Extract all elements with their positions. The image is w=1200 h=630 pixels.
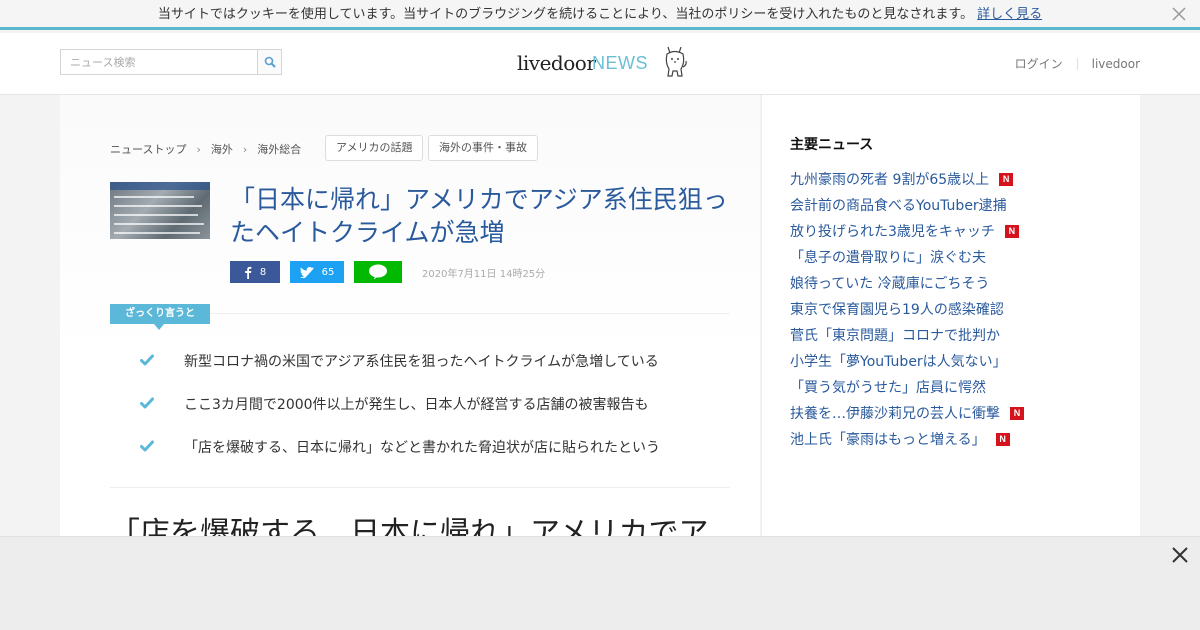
line-icon bbox=[369, 264, 387, 280]
news-item-text: 扶養を…伊藤沙莉兄の芸人に衝撃 bbox=[790, 406, 1000, 422]
news-item[interactable]: 会計前の商品食べるYouTuber逮捕 bbox=[790, 192, 1024, 218]
facebook-share-count: 8 bbox=[259, 266, 267, 278]
news-item-text: 九州豪雨の死者 9割が65歳以上 bbox=[790, 172, 990, 188]
news-item-text: 会計前の商品食べるYouTuber逮捕 bbox=[790, 198, 1007, 214]
summary-point-text: ここ3カ月間で2000件以上が発生し、日本人が経営する店舗の被害報告も bbox=[184, 397, 649, 413]
chevron-right-icon: › bbox=[242, 142, 248, 156]
search-icon bbox=[264, 56, 276, 68]
thumbnail-text-line bbox=[114, 223, 204, 225]
close-icon[interactable] bbox=[1170, 545, 1190, 565]
news-item-text: 小学生「夢YouTuberは人気ない」 bbox=[790, 354, 1007, 370]
news-item[interactable]: 娘待っていた 冷蔵庫にごちそう bbox=[790, 270, 1024, 296]
line-share-button[interactable] bbox=[354, 261, 402, 283]
news-item-text: 菅氏「東京問題」コロナで批判か bbox=[790, 328, 1000, 344]
breadcrumb-item-overseas-general[interactable]: 海外総合 bbox=[257, 141, 301, 157]
twitter-share-count: 65 bbox=[321, 266, 335, 278]
summary-label: ざっくり言うと bbox=[110, 304, 210, 330]
thumbnail-text-line bbox=[114, 232, 200, 234]
news-item[interactable]: 池上氏「豪雨はもっと増える」 N bbox=[790, 426, 1024, 452]
summary-point: 「店を爆破する、日本に帰れ」などと書かれた脅迫状が店に貼られたという bbox=[140, 438, 730, 458]
header-links: ログイン livedoor bbox=[1015, 55, 1140, 72]
top-news-list: 九州豪雨の死者 9割が65歳以上 N 会計前の商品食べるYouTuber逮捕 放り… bbox=[790, 166, 1024, 452]
site-logo[interactable]: livedoor NEWS bbox=[517, 45, 697, 85]
summary-point-text: 新型コロナ禍の米国でアジア系住民を狙ったヘイトクライムが急増している bbox=[184, 354, 659, 370]
cookie-banner: 当サイトではクッキーを使用しています。当サイトのブラウジングを続けることにより、… bbox=[0, 0, 1200, 30]
sidebar-title: 主要ニュース bbox=[790, 137, 874, 153]
thumbnail-text-line bbox=[114, 214, 198, 216]
news-item[interactable]: 放り投げられた3歳児をキャッチ N bbox=[790, 218, 1024, 244]
breadcrumb-item-top[interactable]: ニューストップ bbox=[110, 141, 186, 157]
check-icon bbox=[140, 397, 154, 409]
chevron-right-icon: › bbox=[196, 142, 201, 156]
news-item[interactable]: 「息子の遺骨取りに」涙ぐむ夫 bbox=[790, 244, 1024, 270]
news-item[interactable]: 菅氏「東京問題」コロナで批判か bbox=[790, 322, 1024, 348]
site-header: livedoor NEWS ログイン livedoor bbox=[0, 33, 1200, 95]
new-badge: N bbox=[1004, 224, 1019, 238]
logo-news: NEWS bbox=[592, 53, 648, 73]
cookie-details-link[interactable]: 詳しく見る bbox=[977, 7, 1042, 22]
close-icon[interactable] bbox=[1170, 5, 1188, 23]
thumbnail-banner bbox=[110, 182, 210, 190]
summary-point: ここ3カ月間で2000件以上が発生し、日本人が経営する店舗の被害報告も bbox=[140, 395, 730, 415]
check-icon bbox=[140, 354, 154, 366]
new-badge: N bbox=[995, 432, 1010, 446]
tag-incidents[interactable]: 海外の事件・事故 bbox=[428, 135, 538, 161]
search-input[interactable] bbox=[61, 50, 257, 74]
new-badge: N bbox=[1010, 406, 1024, 420]
livedoor-link[interactable]: livedoor bbox=[1092, 57, 1140, 71]
summary-point: 新型コロナ禍の米国でアジア系住民を狙ったヘイトクライムが急増している bbox=[140, 352, 730, 372]
thumbnail-text-line bbox=[114, 196, 194, 198]
news-item-text: 東京で保育園児ら19人の感染確認 bbox=[790, 302, 1004, 318]
tag-america[interactable]: アメリカの話題 bbox=[325, 135, 424, 161]
facebook-icon bbox=[245, 266, 252, 279]
cookie-message: 当サイトではクッキーを使用しています。当サイトのブラウジングを続けることにより、… bbox=[157, 7, 974, 22]
news-item[interactable]: 九州豪雨の死者 9割が65歳以上 N bbox=[790, 166, 1024, 192]
cookie-message-wrap: 当サイトではクッキーを使用しています。当サイトのブラウジングを続けることにより、… bbox=[0, 7, 1200, 23]
twitter-share-button[interactable]: 65 bbox=[290, 261, 344, 283]
news-item-text: 池上氏「豪雨はもっと増える」 bbox=[790, 432, 986, 448]
breadcrumb-item-overseas[interactable]: 海外 bbox=[211, 141, 233, 157]
article-thumbnail[interactable] bbox=[110, 182, 210, 239]
article-title: 「日本に帰れ」アメリカでアジア系住民狙ったヘイトクライムが急増 bbox=[230, 185, 728, 247]
divider bbox=[1076, 57, 1078, 70]
logo-livedoor: livedoor bbox=[517, 51, 596, 75]
facebook-share-button[interactable]: 8 bbox=[230, 261, 280, 283]
news-item[interactable]: 東京で保育園児ら19人の感染確認 bbox=[790, 296, 1024, 322]
summary-point-text: 「店を爆破する、日本に帰れ」などと書かれた脅迫状が店に貼られたという bbox=[184, 440, 660, 456]
news-item-text: 娘待っていた 冷蔵庫にごちそう bbox=[790, 276, 990, 292]
news-item[interactable]: 「買う気がうせた」店員に愕然 bbox=[790, 374, 1024, 400]
news-item-text: 「買う気がうせた」店員に愕然 bbox=[790, 380, 986, 396]
news-item[interactable]: 小学生「夢YouTuberは人気ない」 bbox=[790, 348, 1024, 374]
news-item[interactable]: 扶養を…伊藤沙莉兄の芸人に衝撃 N bbox=[790, 400, 1024, 426]
news-item-text: 放り投げられた3歳児をキャッチ bbox=[790, 224, 995, 240]
twitter-icon bbox=[299, 266, 314, 278]
summary-bottom-divider bbox=[110, 487, 730, 488]
thumbnail-text-line bbox=[114, 205, 202, 207]
search-box bbox=[60, 49, 282, 75]
breadcrumb: ニューストップ › 海外 › 海外総合 bbox=[110, 141, 301, 157]
check-icon bbox=[140, 440, 154, 452]
news-item-text: 「息子の遺骨取りに」涙ぐむ夫 bbox=[790, 250, 986, 266]
login-link[interactable]: ログイン bbox=[1015, 55, 1063, 72]
ad-overlay bbox=[0, 536, 1200, 630]
new-badge: N bbox=[999, 172, 1014, 186]
search-button[interactable] bbox=[257, 50, 281, 74]
article-date: 2020年7月11日 14時25分 bbox=[422, 269, 546, 280]
dog-mascot-icon bbox=[665, 46, 687, 77]
